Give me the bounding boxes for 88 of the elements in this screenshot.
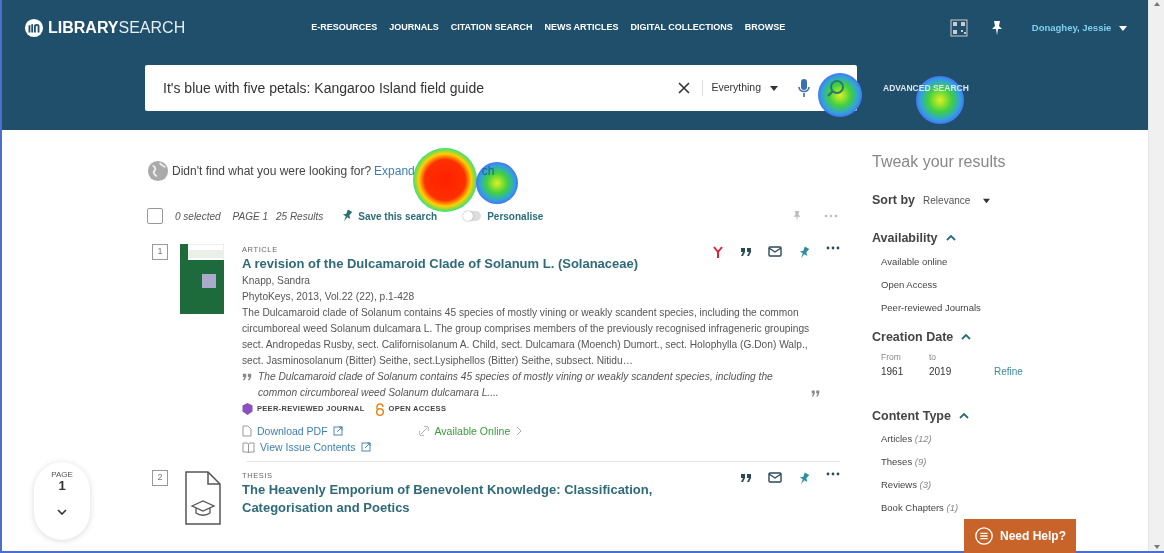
result-link[interactable]: Download PDF (242, 423, 371, 439)
date-label: From (881, 351, 901, 364)
pin-icon[interactable] (798, 472, 810, 486)
quote-open-icon (242, 372, 252, 382)
facet-option[interactable]: Theses (9) (881, 449, 927, 473)
facet-option[interactable]: Book Chapters (1) (881, 495, 959, 519)
availability-link[interactable]: Available Online (418, 423, 523, 439)
notice-text: Didn't find what you were looking for? (172, 163, 372, 180)
logo-text[interactable]: LIBRARYSEARCH (48, 16, 186, 40)
nav-link[interactable]: JOURNALS (383, 17, 445, 39)
microphone-icon[interactable] (797, 78, 811, 98)
journal-cover-thumbnail[interactable] (180, 244, 224, 314)
chevron-down-icon[interactable] (57, 509, 67, 515)
quote-icon[interactable] (740, 246, 752, 258)
facet-header[interactable]: Content Type (872, 407, 969, 426)
selected-count: 0 selected (175, 209, 221, 224)
select-all-checkbox[interactable] (147, 208, 163, 224)
book-icon (242, 441, 255, 453)
facet-option[interactable]: Reviews (3) (881, 472, 932, 496)
qr-code-icon[interactable] (949, 19, 968, 37)
nav-link[interactable]: BROWSE (738, 17, 792, 39)
quote-icon[interactable] (740, 472, 752, 484)
result-number: 1 (152, 244, 168, 260)
chat-icon (974, 526, 994, 546)
caret-icon (1118, 24, 1128, 33)
caret-icon (769, 84, 779, 92)
more-icon[interactable] (826, 246, 840, 250)
facet-option[interactable]: Available online (881, 249, 948, 273)
result-link[interactable]: View Issue Contents (242, 439, 371, 455)
scrollbar[interactable] (1148, 0, 1164, 551)
page-indicator[interactable]: PAGE 1 (34, 462, 90, 540)
search-icon[interactable] (827, 79, 845, 97)
more-icon[interactable] (826, 472, 840, 476)
page-label: PAGE (51, 470, 73, 479)
pin-icon (341, 209, 354, 223)
facet-option[interactable]: Peer-reviewed Journals (881, 295, 981, 319)
chevron-up-icon (958, 413, 969, 420)
expand-search-link[interactable]: Expand (374, 162, 415, 180)
chevron-up-icon (945, 235, 956, 242)
result-title-link[interactable]: A revision of the Dulcamaroid Clade of Solanum L. (Solanaceae) (242, 255, 692, 273)
year-field[interactable]: 2019 (929, 364, 952, 379)
nav-link[interactable]: CITATION SEARCH (444, 17, 539, 39)
facet-option[interactable]: Open Access (881, 272, 937, 296)
caret-icon (982, 196, 992, 204)
result-snippet: The Dulcamaroid clade of Solanum contains 45 species of mostly vining or weakly scandent species, including the common circumboreal weed Solanum dulcamara L.... (258, 370, 774, 400)
result-title-link[interactable]: The Heavenly Emporium of Benevolent Knowledge: Classification, Categorisation and Poetics (242, 481, 720, 517)
close-icon[interactable] (678, 82, 691, 94)
scroll-up-icon[interactable] (1152, 0, 1161, 8)
nav-link[interactable]: NEWS ARTICLES (538, 17, 625, 39)
external-link-icon (360, 442, 371, 452)
journal-stack-icon (242, 403, 253, 415)
email-icon[interactable] (768, 472, 782, 483)
need-help-button[interactable]: Need Help? (964, 519, 1076, 553)
facet-option[interactable]: Articles (12) (881, 426, 932, 450)
sort-dropdown[interactable]: Relevance (923, 192, 992, 208)
personalise-toggle[interactable] (463, 211, 482, 221)
facet-header[interactable]: Creation Date (872, 327, 972, 347)
refine-link[interactable]: Refine (994, 364, 1023, 379)
sidebar-title: Tweak your results (872, 152, 1007, 172)
search-field[interactable]: It's blue with five petals: Kangaroo Island field guide Everything (145, 65, 857, 111)
sort-label: Sort by (872, 192, 916, 209)
save-search-button[interactable]: Save this search (341, 208, 438, 224)
facet-header[interactable]: Availability (872, 228, 956, 248)
nav-link[interactable]: DIGITAL COLLECTIONS (624, 17, 739, 39)
fork-icon[interactable] (712, 246, 724, 258)
scope-dropdown[interactable]: Everything (702, 80, 787, 96)
personalise-label[interactable]: Personalise (487, 208, 544, 224)
chevron-up-icon (961, 333, 972, 340)
email-icon[interactable] (768, 246, 782, 257)
page-number: 1 (58, 479, 66, 493)
quote-close-icon (811, 389, 820, 398)
pin-icon[interactable] (798, 246, 810, 260)
nav-link[interactable]: E-RESOURCES (305, 17, 384, 39)
user-menu[interactable]: Donaghey, Jessie (1025, 19, 1134, 37)
globe-icon (147, 160, 169, 182)
chevron-right-icon (516, 426, 523, 436)
result-author: Knapp, Sandra (242, 274, 311, 288)
results-count: 25 Results (276, 209, 324, 224)
external-link-icon (332, 426, 343, 436)
result-abstract: The Dulcamaroid clade of Solanum contains 45 species of mostly vining or weakly scandent species, including the common circumboreal weed Solanum dulcamara L. The group comprises members of the previously recognised infrageneric groupings sect. Andropedas Rusby, sect. Californisolanum A. Child, sect. Dulcamara (Moench) Dumort., sect. Holophylla (G.Don) Walp., sect. Jasminosolanum (Bitter) Seithe, sect.Lysiphellos (Bitter) Seithe, subsect. Nitidu… (242, 306, 811, 368)
logo-icon[interactable] (24, 18, 44, 38)
result-number: 2 (152, 470, 168, 486)
scroll-down-icon[interactable] (1152, 543, 1161, 551)
page-label: PAGE 1 (232, 209, 268, 224)
pdf-file-icon (242, 425, 252, 437)
result-source: PhytoKeys, 2013, Vol.22 (22), p.1-428 (242, 290, 416, 304)
date-label: to (929, 351, 937, 364)
year-field[interactable]: 1961 (881, 364, 904, 379)
